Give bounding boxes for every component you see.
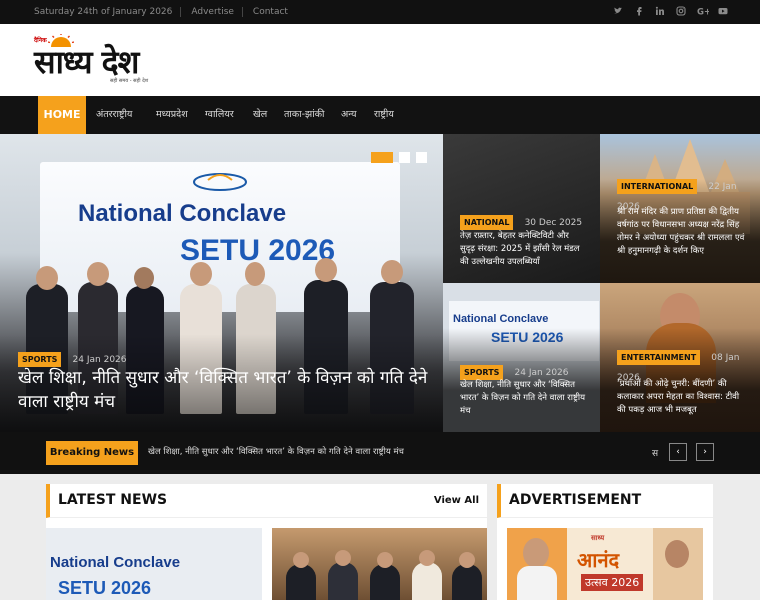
thumb-text-2: SETU 2026 [58,578,152,598]
advertisement-panel: ADVERTISEMENT साध्य आनंद उत्सव 2026 [497,484,713,600]
advertisement-title: ADVERTISEMENT [509,492,642,508]
linkedin-icon[interactable] [655,6,665,16]
site-logo[interactable]: दैनिक साध्य देश सही समय - सही देश [34,34,180,86]
nav-international[interactable]: अंतरराष्ट्रीय [96,96,132,134]
site-header: दैनिक साध्य देश सही समय - सही देश [0,24,760,96]
slider-dots [371,152,427,163]
slider-dot-active[interactable] [371,152,393,163]
top-links: Saturday 24th of January 2026 Advertise … [34,7,296,17]
hero-slide[interactable]: National Conclave SETU 2026 SPORTS 24 Ja… [0,134,443,474]
slider-dot[interactable] [399,152,410,163]
news-tile[interactable]: National Conclave SETU 2026 SPORTS 24 Ja… [443,283,600,432]
svg-text:G+: G+ [697,8,709,17]
latest-news-panel: LATEST NEWS View All National Conclave S… [46,484,487,600]
latest-news-title: LATEST NEWS [58,492,168,508]
advert-banner[interactable]: साध्य आनंद उत्सव 2026 [507,528,703,600]
contact-link[interactable]: Contact [253,7,296,17]
tile-category-badge[interactable]: ENTERTAINMENT [617,350,701,365]
nav-other[interactable]: अन्य [341,96,357,134]
advert-sub: उत्सव 2026 [581,574,644,591]
advertise-link[interactable]: Advertise [191,7,243,17]
breaking-news-ticker[interactable]: खेल शिक्षा, नीति सुधार और ‘विक्सित भारत’… [148,446,404,457]
logo-title: साध्य देश [34,43,139,81]
main-nav: HOME अंतरराष्ट्रीय मध्यप्रदेश ग्वालियर ख… [0,96,760,134]
top-bar: Saturday 24th of January 2026 Advertise … [0,0,760,24]
latest-news-header: LATEST NEWS View All [46,484,487,518]
tile-date: 30 Dec 2025 [524,218,583,228]
nav-home[interactable]: HOME [38,96,86,134]
tile-headline[interactable]: ‘प्रथाओं की ओढ़े चुनरी: बींदणी’ की कलाका… [617,378,746,417]
current-date: Saturday 24th of January 2026 [34,7,182,17]
nav-taka-jhanki[interactable]: ताका-झांकी [284,96,324,134]
slider-dot[interactable] [416,152,427,163]
hero-meta: SPORTS 24 Jan 2026 [18,347,127,367]
instagram-icon[interactable] [676,6,686,16]
tile-meta: SPORTS 24 Jan 2026 [460,360,569,380]
latest-thumb[interactable]: National Conclave SETU 2026 [46,528,262,600]
hero-headline[interactable]: खेल शिक्षा, नीति सुधार और ‘विक्सित भारत’… [18,366,428,414]
youtube-icon[interactable] [718,6,728,16]
tile-headline[interactable]: खेल शिक्षा, नीति सुधार और ‘विक्सित भारत’… [460,379,586,418]
nav-sports[interactable]: खेल [253,96,267,134]
hero-date: 24 Jan 2026 [72,355,127,365]
ticker-overflow-text: स [652,449,659,459]
facebook-icon[interactable] [634,6,644,16]
news-tile[interactable]: INTERNATIONAL 22 Jan 2026 श्री राम मंदिर… [600,134,760,283]
tile-category-badge[interactable]: INTERNATIONAL [617,179,698,194]
nav-madhyapradesh[interactable]: मध्यप्रदेश [156,96,188,134]
setu-logo-icon [193,173,247,191]
nav-national[interactable]: राष्ट्रीय [374,96,394,134]
social-links: G+ [613,6,728,18]
tile-headline[interactable]: श्री राम मंदिर की प्राण प्रतिष्ठा की द्व… [617,206,746,258]
ticker-prev-button[interactable]: ‹ [669,443,687,461]
breaking-news-label: Breaking News [46,441,138,465]
twitter-icon[interactable] [613,6,623,16]
nav-gwalior[interactable]: ग्वालियर [205,96,234,134]
advertisement-header: ADVERTISEMENT [497,484,713,518]
hero-category-badge[interactable]: SPORTS [18,352,62,367]
breaking-news-bar: Breaking News खेल शिक्षा, नीति सुधार और … [0,432,760,474]
latest-thumb[interactable] [272,528,487,600]
news-tile[interactable]: NATIONAL 30 Dec 2025 तेज़ रफ़्तार, बेहतर… [443,134,600,283]
tile-headline[interactable]: तेज़ रफ़्तार, बेहतर कनेक्टिविटी और सुदृढ… [460,230,586,269]
news-tile[interactable]: ENTERTAINMENT 08 Jan 2026 ‘प्रथाओं की ओढ… [600,283,760,432]
logo-tagline: सही समय - सही देश [110,78,149,84]
google-plus-icon[interactable]: G+ [697,6,711,18]
thumb-text-1: National Conclave [50,554,181,571]
hero-image-line1: National Conclave [78,200,287,227]
tile-category-badge[interactable]: NATIONAL [460,215,514,230]
advert-brand: साध्य [591,534,605,542]
tile-date: 24 Jan 2026 [514,368,569,378]
advert-headline: आनंद [577,548,620,572]
tile-meta: NATIONAL 30 Dec 2025 [460,210,582,230]
tile-image-text: National Conclave [453,313,549,325]
view-all-link[interactable]: View All [434,495,479,506]
ticker-next-button[interactable]: › [696,443,714,461]
tile-category-badge[interactable]: SPORTS [460,365,504,380]
